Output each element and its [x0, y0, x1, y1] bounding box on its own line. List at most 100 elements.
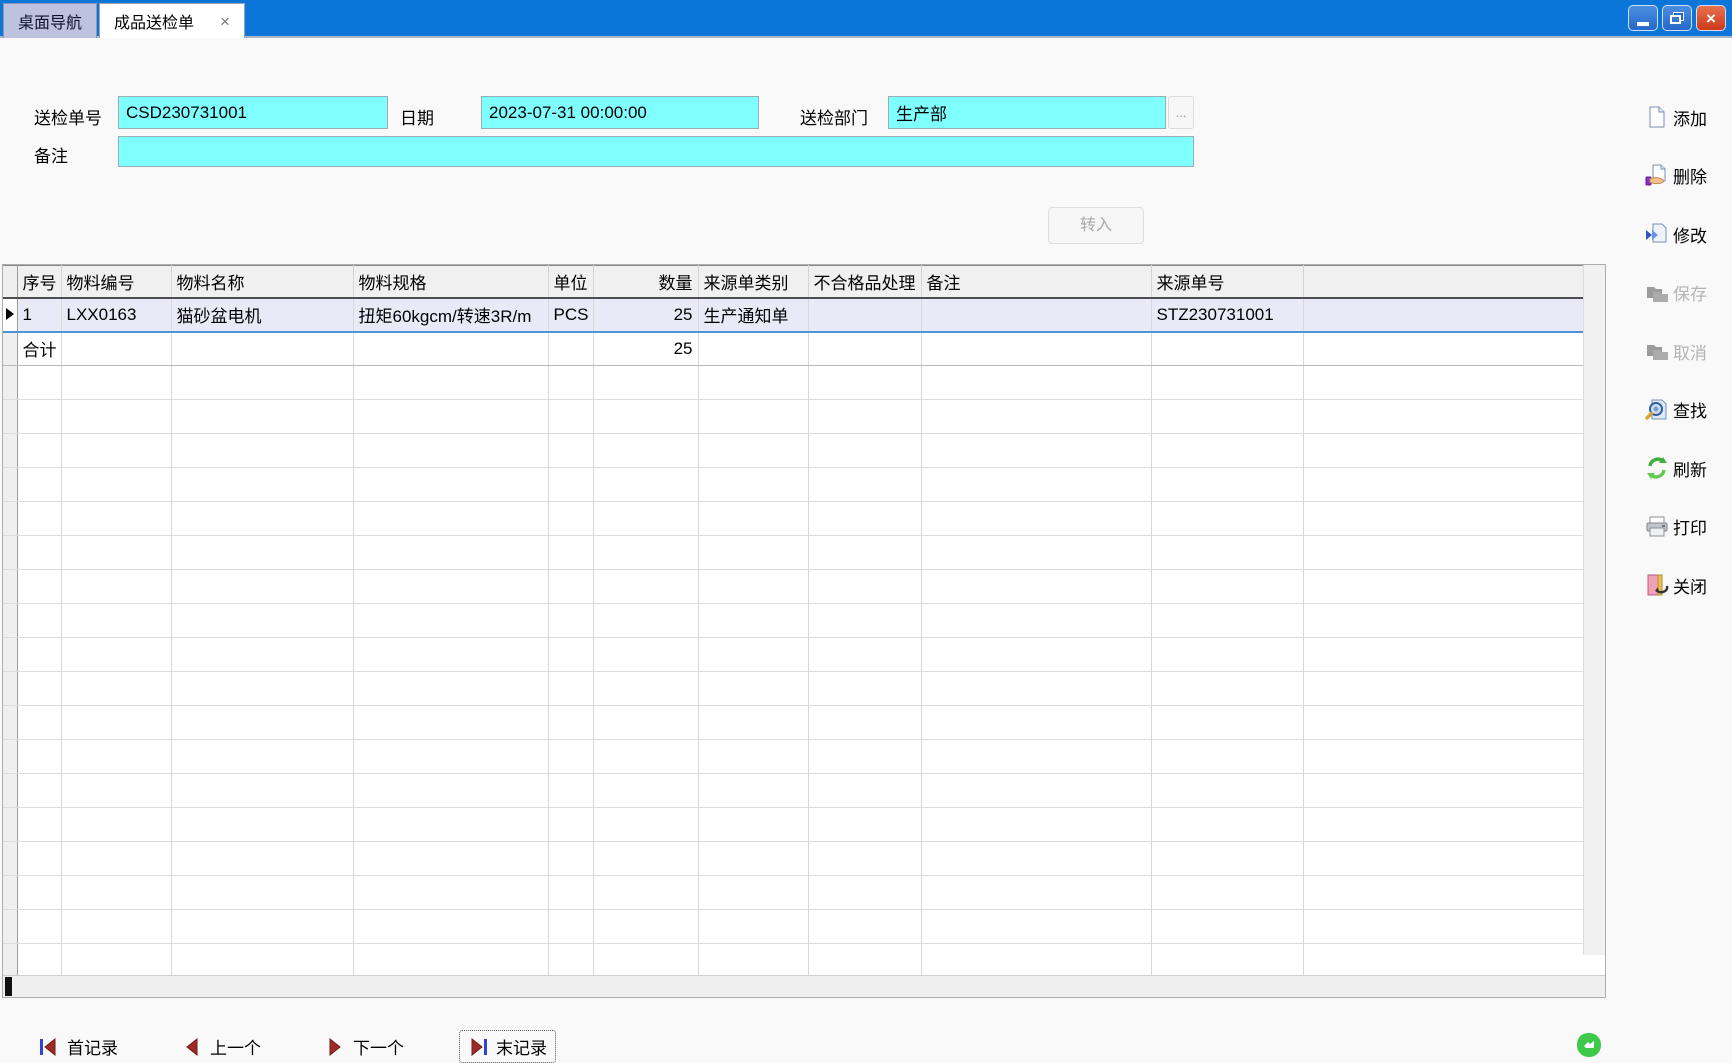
cell-unit[interactable]	[548, 910, 593, 944]
column-header-source_no[interactable]: 来源单号	[1151, 266, 1303, 298]
cell-qty[interactable]	[593, 774, 698, 808]
cell-remark[interactable]	[921, 570, 1151, 604]
empty-row[interactable]	[3, 604, 1583, 638]
cell-unit[interactable]: PCS	[548, 298, 593, 332]
close-tab-icon[interactable]: ×	[220, 13, 230, 30]
cell-code[interactable]	[61, 332, 171, 366]
cell-qty[interactable]: 25	[593, 298, 698, 332]
cell-unit[interactable]	[548, 366, 593, 400]
cell-code[interactable]	[61, 434, 171, 468]
cell-qty[interactable]	[593, 876, 698, 910]
empty-row[interactable]	[3, 570, 1583, 604]
cell-unit[interactable]	[548, 944, 593, 978]
cell-remark[interactable]	[921, 434, 1151, 468]
cell-source_no[interactable]	[1151, 672, 1303, 706]
cell-handling[interactable]	[808, 604, 921, 638]
cell-spec[interactable]	[353, 536, 548, 570]
cell-seq[interactable]	[17, 808, 61, 842]
restore-button[interactable]	[1662, 5, 1692, 31]
cell-remark[interactable]	[921, 842, 1151, 876]
transfer-button[interactable]: 转入	[1048, 207, 1144, 244]
cell-source_no[interactable]	[1151, 502, 1303, 536]
cell-unit[interactable]	[548, 400, 593, 434]
cell-name[interactable]	[171, 910, 353, 944]
empty-row[interactable]	[3, 366, 1583, 400]
cell-source_type[interactable]	[698, 400, 808, 434]
cell-source_type[interactable]	[698, 638, 808, 672]
cell-seq[interactable]	[17, 740, 61, 774]
cell-source_type[interactable]	[698, 774, 808, 808]
cell-unit[interactable]	[548, 536, 593, 570]
cell-unit[interactable]	[548, 638, 593, 672]
cell-code[interactable]	[61, 468, 171, 502]
cell-source_type[interactable]	[698, 740, 808, 774]
cell-handling[interactable]	[808, 400, 921, 434]
cell-remark[interactable]	[921, 740, 1151, 774]
cell-seq[interactable]: 合计	[17, 332, 61, 366]
empty-row[interactable]	[3, 876, 1583, 910]
first-record-button[interactable]: 首记录	[30, 1030, 127, 1063]
cell-unit[interactable]	[548, 332, 593, 366]
cell-spec[interactable]	[353, 672, 548, 706]
column-header-spec[interactable]: 物料规格	[353, 266, 548, 298]
cell-handling[interactable]	[808, 808, 921, 842]
cell-spec[interactable]	[353, 808, 548, 842]
cell-source_type[interactable]	[698, 842, 808, 876]
cell-qty[interactable]	[593, 502, 698, 536]
cell-remark[interactable]	[921, 366, 1151, 400]
cell-qty[interactable]	[593, 842, 698, 876]
cell-remark[interactable]	[921, 298, 1151, 332]
cell-handling[interactable]	[808, 740, 921, 774]
modify-button[interactable]: 修改	[1645, 217, 1731, 251]
green-assistant-icon[interactable]	[1576, 1032, 1602, 1058]
empty-row[interactable]	[3, 910, 1583, 944]
cell-spec[interactable]	[353, 604, 548, 638]
cell-handling[interactable]	[808, 944, 921, 978]
cell-source_type[interactable]	[698, 672, 808, 706]
cell-remark[interactable]	[921, 468, 1151, 502]
cell-code[interactable]	[61, 672, 171, 706]
cell-name[interactable]	[171, 740, 353, 774]
cell-qty[interactable]	[593, 366, 698, 400]
minimize-button[interactable]	[1628, 5, 1658, 31]
cell-source_type[interactable]	[698, 604, 808, 638]
cell-code[interactable]	[61, 808, 171, 842]
department-input[interactable]	[888, 96, 1166, 129]
cell-qty[interactable]	[593, 434, 698, 468]
cell-remark[interactable]	[921, 808, 1151, 842]
cell-remark[interactable]	[921, 706, 1151, 740]
cell-name[interactable]	[171, 808, 353, 842]
table-row[interactable]: 1LXX0163猫砂盆电机扭矩60kgcm/转速3R/mPCS25生产通知单ST…	[3, 298, 1583, 332]
cell-name[interactable]	[171, 638, 353, 672]
vertical-scrollbar[interactable]	[1583, 265, 1605, 955]
cell-qty[interactable]	[593, 808, 698, 842]
cell-unit[interactable]	[548, 604, 593, 638]
cell-source_no[interactable]	[1151, 570, 1303, 604]
cell-seq[interactable]	[17, 672, 61, 706]
cell-unit[interactable]	[548, 434, 593, 468]
cell-code[interactable]	[61, 740, 171, 774]
cell-unit[interactable]	[548, 740, 593, 774]
cell-source_type[interactable]	[698, 468, 808, 502]
order-no-input[interactable]	[118, 96, 388, 129]
cell-remark[interactable]	[921, 400, 1151, 434]
cell-seq[interactable]	[17, 842, 61, 876]
cell-source_no[interactable]	[1151, 740, 1303, 774]
empty-row[interactable]	[3, 502, 1583, 536]
cell-qty[interactable]	[593, 570, 698, 604]
cell-source_type[interactable]	[698, 366, 808, 400]
cell-seq[interactable]	[17, 536, 61, 570]
cell-spec[interactable]	[353, 434, 548, 468]
cell-handling[interactable]	[808, 570, 921, 604]
cell-code[interactable]	[61, 570, 171, 604]
cell-name[interactable]	[171, 944, 353, 978]
cell-name[interactable]	[171, 400, 353, 434]
remark-input[interactable]	[118, 136, 1194, 167]
cell-remark[interactable]	[921, 910, 1151, 944]
cell-handling[interactable]	[808, 876, 921, 910]
cell-source_type[interactable]	[698, 910, 808, 944]
column-header-source_type[interactable]: 来源单类别	[698, 266, 808, 298]
cell-code[interactable]	[61, 366, 171, 400]
cell-remark[interactable]	[921, 944, 1151, 978]
cell-source_no[interactable]	[1151, 706, 1303, 740]
